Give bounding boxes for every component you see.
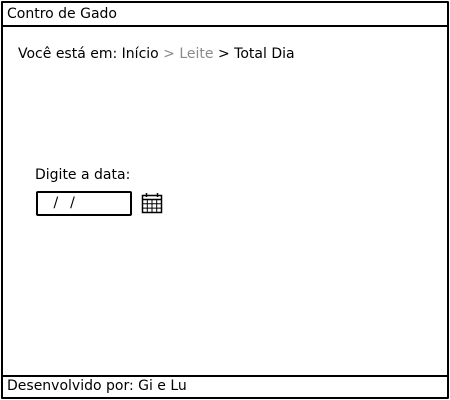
date-input-value: / / [48,195,76,211]
breadcrumb-item-leite[interactable]: Leite [179,46,213,62]
calendar-icon-graphic [141,193,163,214]
breadcrumb-separator: > [163,46,175,62]
window-title: Contro de Gado [7,6,117,22]
footer: Desenvolvido por: Gi e Lu [3,375,447,397]
app-window: Contro de Gado Você está em: Início > Le… [1,1,449,399]
breadcrumb-separator: > [217,46,230,62]
breadcrumb-item-inicio[interactable]: Início [122,46,159,62]
breadcrumb-item-total-dia: Total Dia [234,46,295,62]
date-input[interactable]: / / [36,191,132,216]
calendar-icon[interactable] [140,191,164,215]
date-label: Digite a data: [35,167,131,183]
footer-credits: Desenvolvido por: Gi e Lu [7,378,187,394]
breadcrumb: Você está em: Início > Leite > Total Dia [18,46,295,62]
breadcrumb-prefix: Você está em: [18,46,118,62]
title-bar: Contro de Gado [3,3,447,27]
